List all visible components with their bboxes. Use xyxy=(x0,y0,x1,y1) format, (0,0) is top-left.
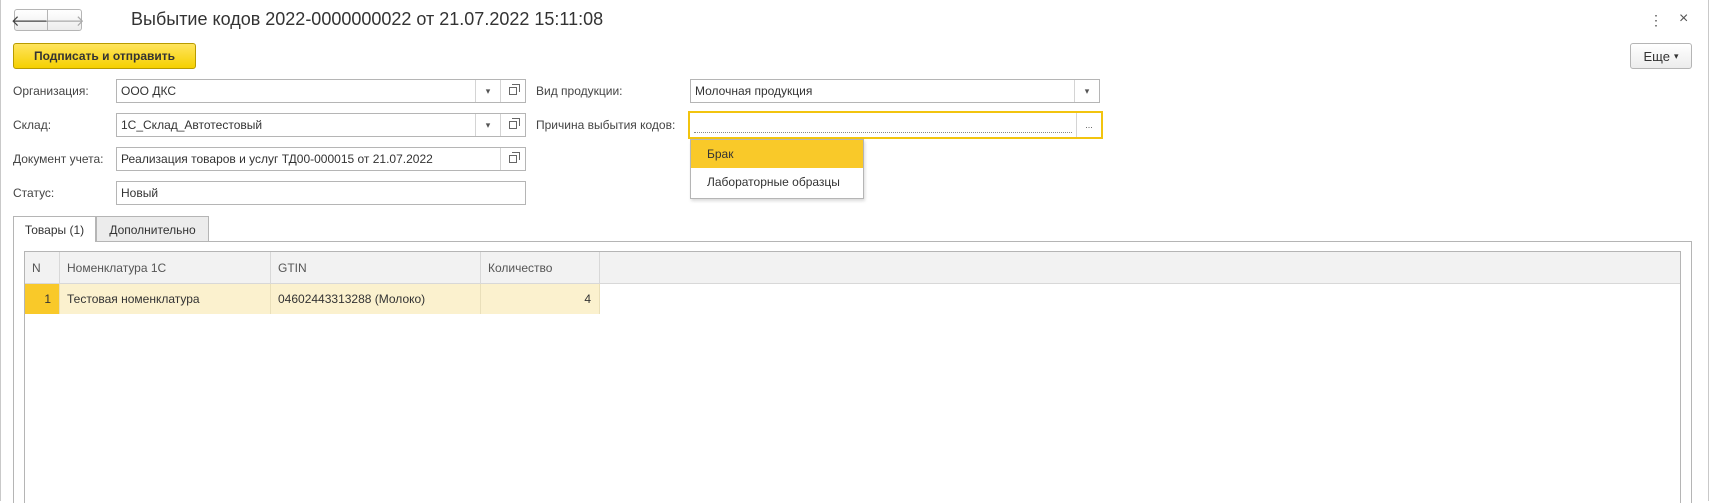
back-button[interactable]: 🡐 xyxy=(11,9,51,31)
more-label: Еще xyxy=(1643,48,1670,64)
open-icon[interactable] xyxy=(500,80,525,102)
row-number: 1 xyxy=(25,284,60,314)
status-label: Статус: xyxy=(13,186,55,200)
select-button[interactable]: ... xyxy=(1076,113,1101,137)
dropdown-icon[interactable]: ▾ xyxy=(475,114,500,136)
organization-value: ООО ДКС xyxy=(121,84,176,98)
reason-dropdown-list: Брак Лабораторные образцы xyxy=(690,139,864,199)
status-field: Новый xyxy=(116,181,526,205)
forward-button[interactable]: 🡒 xyxy=(44,9,85,31)
product-type-value: Молочная продукция xyxy=(695,84,813,98)
more-actions-icon[interactable]: ⋮ xyxy=(1649,12,1663,29)
dropdown-option-lab-samples[interactable]: Лабораторные образцы xyxy=(691,168,863,196)
dropdown-icon[interactable]: ▾ xyxy=(1074,80,1099,102)
reason-label: Причина выбытия кодов: xyxy=(536,118,676,132)
dropdown-option-brak[interactable]: Брак xyxy=(691,140,863,168)
tab-goods[interactable]: Товары (1) xyxy=(13,216,96,242)
open-icon[interactable] xyxy=(500,114,525,136)
table-row[interactable]: 1 Тестовая номенклатура 04602443313288 (… xyxy=(25,284,600,314)
warehouse-value: 1С_Склад_Автотестовый xyxy=(121,118,263,132)
column-header-gtin[interactable]: GTIN xyxy=(271,252,481,283)
row-gtin[interactable]: 04602443313288 (Молоко) xyxy=(271,284,481,314)
more-button[interactable]: Еще ▾ xyxy=(1630,43,1692,69)
row-nomenclature[interactable]: Тестовая номенклатура xyxy=(60,284,271,314)
status-value: Новый xyxy=(121,186,159,200)
tab-additional[interactable]: Дополнительно xyxy=(96,216,209,242)
organization-field[interactable]: ООО ДКС ▾ xyxy=(116,79,526,103)
dropdown-icon[interactable]: ▾ xyxy=(475,80,500,102)
product-type-label: Вид продукции: xyxy=(536,84,623,98)
table-header: N Номенклатура 1С GTIN Количество xyxy=(25,252,1680,284)
page-title: Выбытие кодов 2022-0000000022 от 21.07.2… xyxy=(131,9,604,29)
document-field[interactable]: Реализация товаров и услуг ТД00-000015 о… xyxy=(116,147,526,171)
column-header-n[interactable]: N xyxy=(25,252,60,283)
row-quantity[interactable]: 4 xyxy=(481,284,600,314)
warehouse-label: Склад: xyxy=(13,118,52,132)
chevron-down-icon: ▾ xyxy=(1673,50,1679,61)
open-icon[interactable] xyxy=(500,148,525,170)
document-label: Документ учета: xyxy=(13,152,104,166)
column-header-nomenclature[interactable]: Номенклатура 1С xyxy=(60,252,271,283)
product-type-field[interactable]: Молочная продукция ▾ xyxy=(690,79,1100,103)
column-header-quantity[interactable]: Количество xyxy=(481,252,600,283)
reason-field[interactable]: ... xyxy=(688,111,1103,139)
close-icon[interactable]: × xyxy=(1679,10,1688,28)
organization-label: Организация: xyxy=(13,84,89,98)
sign-and-send-button[interactable]: Подписать и отправить xyxy=(13,43,196,69)
warehouse-field[interactable]: 1С_Склад_Автотестовый ▾ xyxy=(116,113,526,137)
arrow-right-icon: 🡒 xyxy=(44,12,85,30)
reason-input[interactable] xyxy=(694,118,1072,133)
document-value: Реализация товаров и услуг ТД00-000015 о… xyxy=(121,152,433,166)
goods-table[interactable]: N Номенклатура 1С GTIN Количество 1 Тест… xyxy=(24,251,1681,503)
